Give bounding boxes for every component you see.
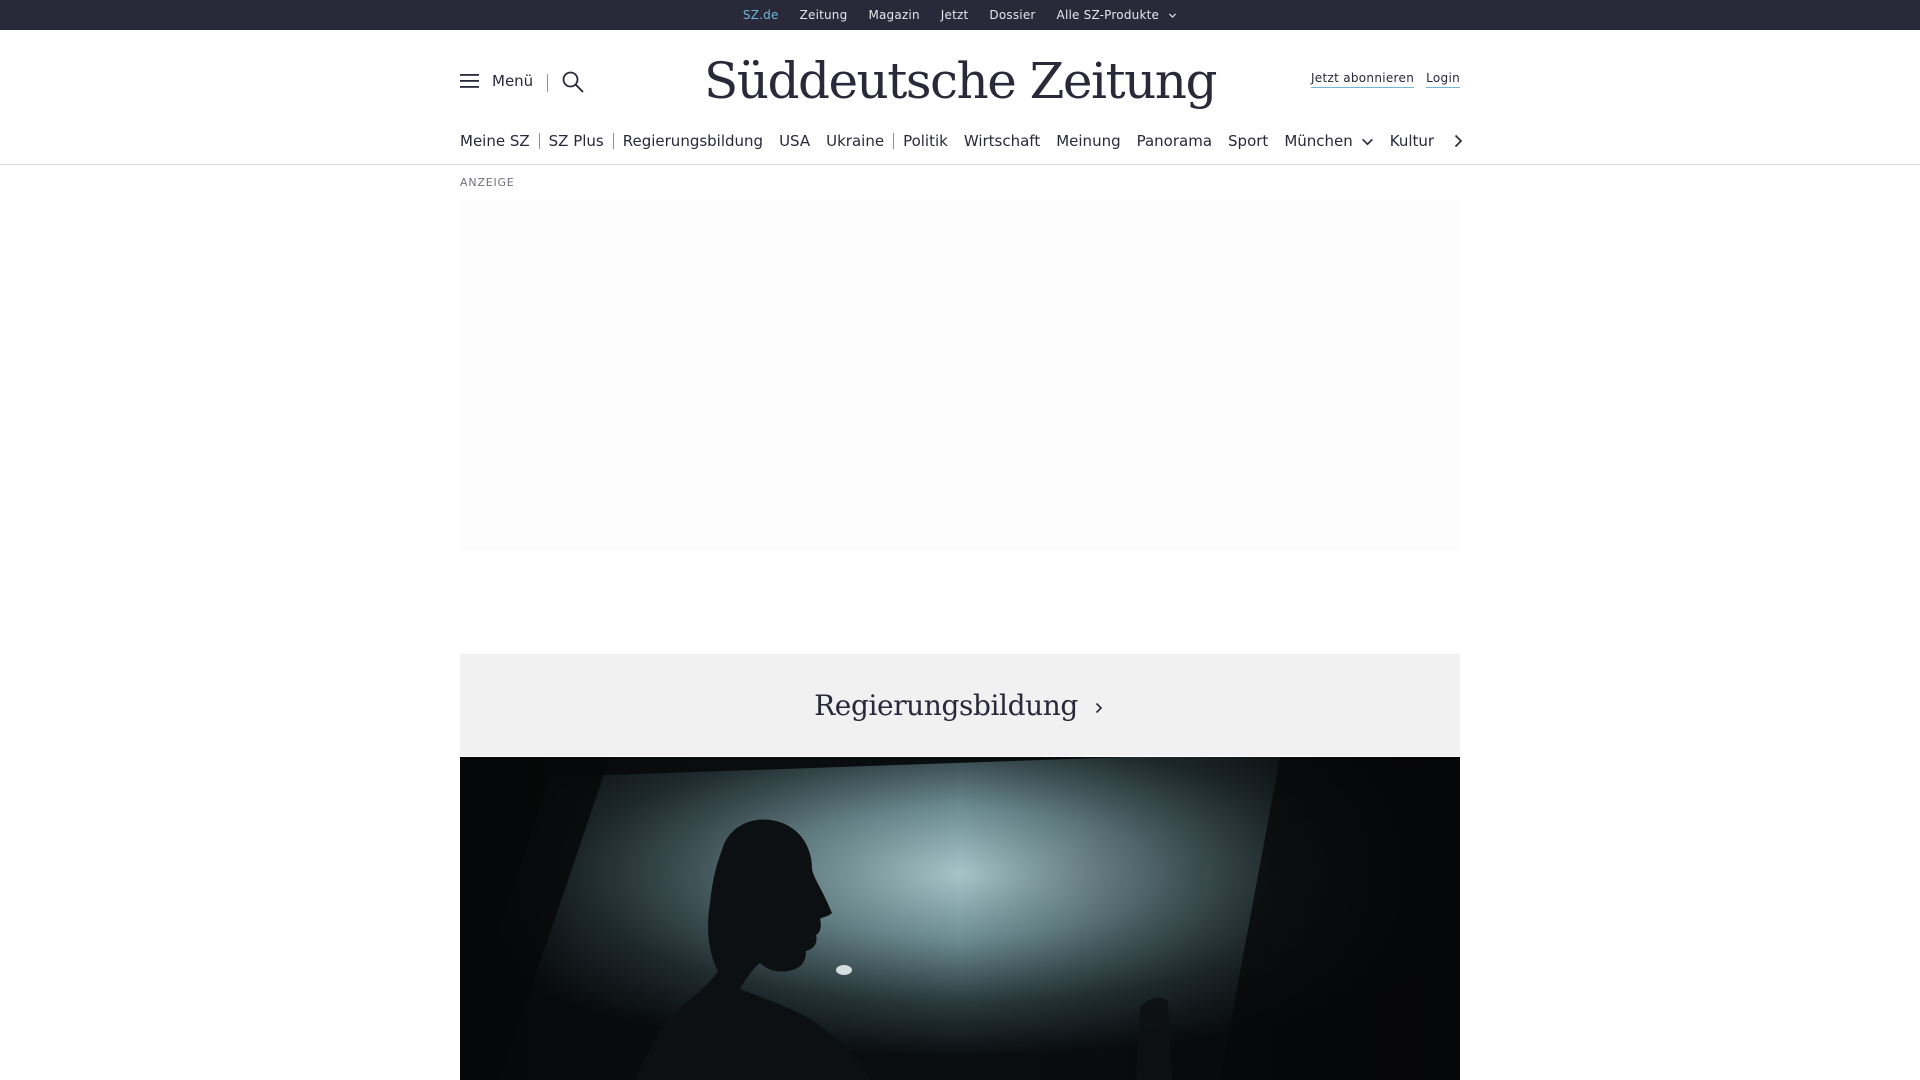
product-link-all-products-label: Alle SZ-Produkte xyxy=(1056,8,1160,22)
subscribe-link[interactable]: Jetzt abonnieren xyxy=(1310,71,1415,88)
topic-title: Regierungsbildung xyxy=(814,688,1078,722)
nav-item-panorama[interactable]: Panorama xyxy=(1137,132,1212,150)
ad-slot xyxy=(460,200,1460,550)
nav-item-usa[interactable]: USA xyxy=(779,132,810,150)
nav-divider xyxy=(538,133,540,149)
nav-item-sport[interactable]: Sport xyxy=(1228,132,1268,150)
nav-item-sz-plus[interactable]: SZ Plus xyxy=(549,132,604,150)
nav-item-kultur[interactable]: Kultur xyxy=(1390,132,1434,150)
product-link-sz-de[interactable]: SZ.de xyxy=(743,8,779,22)
menu-button[interactable]: Menü xyxy=(460,72,533,90)
login-link[interactable]: Login xyxy=(1426,71,1460,88)
product-bar-links: SZ.de Zeitung Magazin Jetzt Dossier Alle… xyxy=(0,0,1920,30)
search-icon[interactable] xyxy=(561,70,585,94)
nav-item-regierungsbildung[interactable]: Regierungsbildung xyxy=(623,132,763,150)
section-navigation: Meine SZ SZ Plus Regierungsbildung USA U… xyxy=(460,129,1450,153)
chevron-down-icon xyxy=(1169,12,1177,18)
header-divider xyxy=(547,74,548,92)
chevron-right-icon[interactable] xyxy=(1448,131,1468,151)
product-link-magazin[interactable]: Magazin xyxy=(868,8,919,22)
chevron-right-icon xyxy=(1095,702,1103,714)
hero-silhouette-image xyxy=(460,757,1460,1080)
topic-header[interactable]: Regierungsbildung xyxy=(460,654,1460,756)
nav-item-meinung[interactable]: Meinung xyxy=(1056,132,1120,150)
product-link-all-products[interactable]: Alle SZ-Produkte xyxy=(1057,8,1178,22)
site-header: Menü Süddeutsche Zeitung Jetzt abonniere… xyxy=(0,30,1920,165)
product-link-dossier[interactable]: Dossier xyxy=(989,8,1035,22)
nav-item-muenchen[interactable]: München xyxy=(1284,132,1373,150)
hero-image[interactable] xyxy=(460,757,1460,1080)
nav-item-meine-sz[interactable]: Meine SZ xyxy=(460,132,530,150)
nav-divider xyxy=(612,133,614,149)
product-bar: SZ.de Zeitung Magazin Jetzt Dossier Alle… xyxy=(0,0,1920,30)
nav-item-politik[interactable]: Politik xyxy=(903,132,948,150)
menu-label: Menü xyxy=(492,72,534,90)
nav-item-wirtschaft[interactable]: Wirtschaft xyxy=(964,132,1040,150)
account-links: Jetzt abonnieren Login xyxy=(1310,71,1460,88)
nav-divider xyxy=(893,133,895,149)
nav-item-muenchen-label: München xyxy=(1284,132,1353,150)
ad-label: ANZEIGE xyxy=(460,176,515,189)
site-logo[interactable]: Süddeutsche Zeitung xyxy=(704,46,1218,116)
nav-item-ukraine[interactable]: Ukraine xyxy=(826,132,884,150)
chevron-down-icon xyxy=(1361,138,1373,145)
hamburger-icon xyxy=(460,74,479,88)
product-link-jetzt[interactable]: Jetzt xyxy=(941,8,969,22)
product-link-zeitung[interactable]: Zeitung xyxy=(800,8,848,22)
